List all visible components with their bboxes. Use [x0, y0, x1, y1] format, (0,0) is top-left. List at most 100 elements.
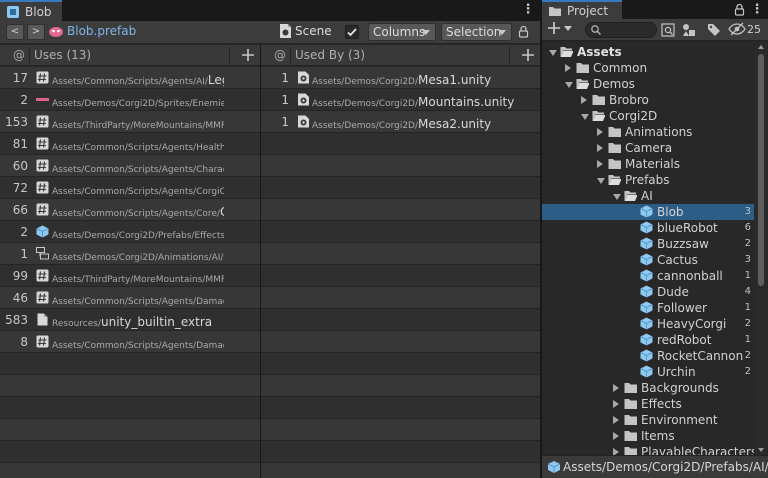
chevron-right-icon[interactable] — [597, 160, 603, 168]
tree-item[interactable]: Common — [542, 60, 754, 76]
tree-item[interactable]: Camera — [542, 140, 754, 156]
tree-item[interactable]: PlayableCharacters — [542, 444, 754, 455]
tab-project[interactable]: Project — [542, 0, 622, 19]
folder-icon — [608, 157, 622, 170]
table-row[interactable]: 153 Assets/ThirdParty/MoreMountains/MMFe — [0, 111, 260, 133]
tree-item[interactable]: Prefabs — [542, 172, 754, 188]
chevron-right-icon[interactable] — [581, 96, 587, 104]
script-icon — [36, 291, 49, 304]
tree-item[interactable]: blueRobot 6 — [542, 220, 754, 236]
forward-button[interactable]: > — [27, 24, 45, 40]
tree-item[interactable]: Cactus 3 — [542, 252, 754, 268]
tree-item[interactable]: AI — [542, 188, 754, 204]
column-divider — [509, 47, 510, 64]
tree-item[interactable]: Animations — [542, 124, 754, 140]
table-row[interactable]: 2 Assets/Demos/Corgi2D/Sprites/Enemies/B — [0, 89, 260, 111]
tree-item[interactable]: RocketCannon 2 — [542, 348, 754, 364]
empty-row — [0, 463, 260, 478]
tree-item-label: blueRobot — [657, 221, 718, 235]
kebab-menu-icon[interactable]: ⋮ — [750, 2, 764, 18]
filter-by-label-icon[interactable] — [706, 22, 722, 38]
tree-item[interactable]: Brobro — [542, 92, 754, 108]
tab-blob[interactable]: Blob — [0, 0, 62, 21]
scroll-up-icon[interactable] — [758, 45, 764, 49]
chevron-down-icon[interactable] — [613, 194, 621, 200]
chevron-right-icon[interactable] — [597, 144, 603, 152]
create-dropdown[interactable] — [547, 21, 572, 35]
empty-row — [261, 331, 540, 353]
tree-item[interactable]: Follower 1 — [542, 300, 754, 316]
tree-item[interactable]: Effects — [542, 396, 754, 412]
tree-item[interactable]: HeavyCorgi 2 — [542, 316, 754, 332]
scene-toggle[interactable]: Scene — [279, 24, 332, 38]
column-divider — [229, 47, 230, 64]
plus-icon[interactable] — [240, 47, 256, 63]
table-row[interactable]: 72 Assets/Common/Scripts/Agents/CorgiCo — [0, 177, 260, 199]
tree-item[interactable]: Materials — [542, 156, 754, 172]
current-asset[interactable]: Blob.prefab — [48, 24, 136, 38]
table-row[interactable]: 583 Resources/unity_builtin_extra — [0, 309, 260, 331]
empty-row — [261, 419, 540, 441]
chevron-right-icon[interactable] — [613, 400, 619, 408]
kebab-menu-icon[interactable]: ⋮ — [521, 2, 535, 18]
reference-count: 2 — [744, 238, 751, 249]
chevron-down-icon[interactable] — [565, 82, 573, 88]
tree-item[interactable]: Blob 3 — [542, 204, 754, 220]
asset-directory: Assets/Demos/Corgi2D/ — [312, 77, 419, 87]
at-sort-toggle[interactable]: @ — [13, 48, 25, 62]
table-row[interactable]: 2 Assets/Demos/Corgi2D/Prefabs/Effects/E — [0, 221, 260, 243]
scroll-down-icon[interactable] — [758, 448, 764, 452]
tree-item[interactable]: Assets — [542, 44, 754, 60]
table-row[interactable]: 99 Assets/ThirdParty/MoreMountains/MMFe — [0, 265, 260, 287]
table-row[interactable]: 8 Assets/Common/Scripts/Agents/Damage — [0, 331, 260, 353]
scrollbar-thumb[interactable] — [758, 54, 764, 286]
lock-icon[interactable] — [518, 25, 529, 38]
chevron-down-icon[interactable] — [549, 50, 557, 56]
selection-dropdown[interactable]: Selection — [441, 23, 512, 41]
search-by-type-icon[interactable] — [660, 22, 676, 38]
scene-checkbox[interactable] — [345, 25, 359, 39]
tree-item[interactable]: Items — [542, 428, 754, 444]
table-row[interactable]: 1 Assets/Demos/Corgi2D/Mountains.unity — [261, 89, 540, 111]
search-input[interactable] — [585, 22, 657, 38]
tree-item[interactable]: Buzzsaw 2 — [542, 236, 754, 252]
table-row[interactable]: 46 Assets/Common/Scripts/Agents/Damage — [0, 287, 260, 309]
tree-item[interactable]: redRobot 1 — [542, 332, 754, 348]
asset-path: Assets/Common/Scripts/Agents/Damage — [52, 293, 224, 307]
filter-by-type-icon[interactable] — [681, 22, 697, 38]
table-row[interactable]: 81 Assets/Common/Scripts/Agents/Health/H — [0, 133, 260, 155]
chevron-right-icon[interactable] — [613, 448, 619, 455]
table-row[interactable]: 1 Assets/Demos/Corgi2D/Mesa1.unity — [261, 67, 540, 89]
chevron-down-icon[interactable] — [597, 178, 605, 184]
at-sort-toggle[interactable]: @ — [274, 48, 286, 62]
asset-path: Assets/Demos/Corgi2D/Sprites/Enemies/B — [52, 95, 224, 109]
tree-item[interactable]: cannonball 1 — [542, 268, 754, 284]
tree-item[interactable]: Corgi2D — [542, 108, 754, 124]
tree-item[interactable]: Urchin 2 — [542, 364, 754, 380]
tree-item[interactable]: Environment — [542, 412, 754, 428]
chevron-right-icon[interactable] — [565, 64, 571, 72]
chevron-down-icon[interactable] — [581, 114, 589, 120]
table-row[interactable]: 1 Assets/Demos/Corgi2D/Animations/AI/blo — [0, 243, 260, 265]
tab-label: Project — [567, 3, 609, 18]
table-row[interactable]: 60 Assets/Common/Scripts/Agents/Characte — [0, 155, 260, 177]
chevron-right-icon[interactable] — [613, 432, 619, 440]
chevron-right-icon[interactable] — [613, 416, 619, 424]
table-row[interactable]: 17 Assets/Common/Scripts/Agents/AI/Legac — [0, 67, 260, 89]
lock-icon[interactable] — [734, 3, 745, 16]
tree-item[interactable]: Demos — [542, 76, 754, 92]
empty-row — [261, 463, 540, 478]
table-row[interactable]: 66 Assets/Common/Scripts/Agents/Core/Ch — [0, 199, 260, 221]
tree-item[interactable]: Dude 4 — [542, 284, 754, 300]
hidden-packages-toggle[interactable]: 25 — [728, 22, 761, 36]
tree-item[interactable]: Backgrounds — [542, 380, 754, 396]
back-button[interactable]: < — [6, 24, 24, 40]
selection-label: Selection — [446, 25, 502, 39]
chevron-right-icon[interactable] — [613, 384, 619, 392]
tree-item-label: Brobro — [609, 93, 649, 107]
plus-icon[interactable] — [520, 47, 536, 63]
tree-scrollbar[interactable] — [755, 42, 767, 455]
table-row[interactable]: 1 Assets/Demos/Corgi2D/Mesa2.unity — [261, 111, 540, 133]
columns-dropdown[interactable]: Columns — [368, 23, 436, 41]
chevron-right-icon[interactable] — [597, 128, 603, 136]
